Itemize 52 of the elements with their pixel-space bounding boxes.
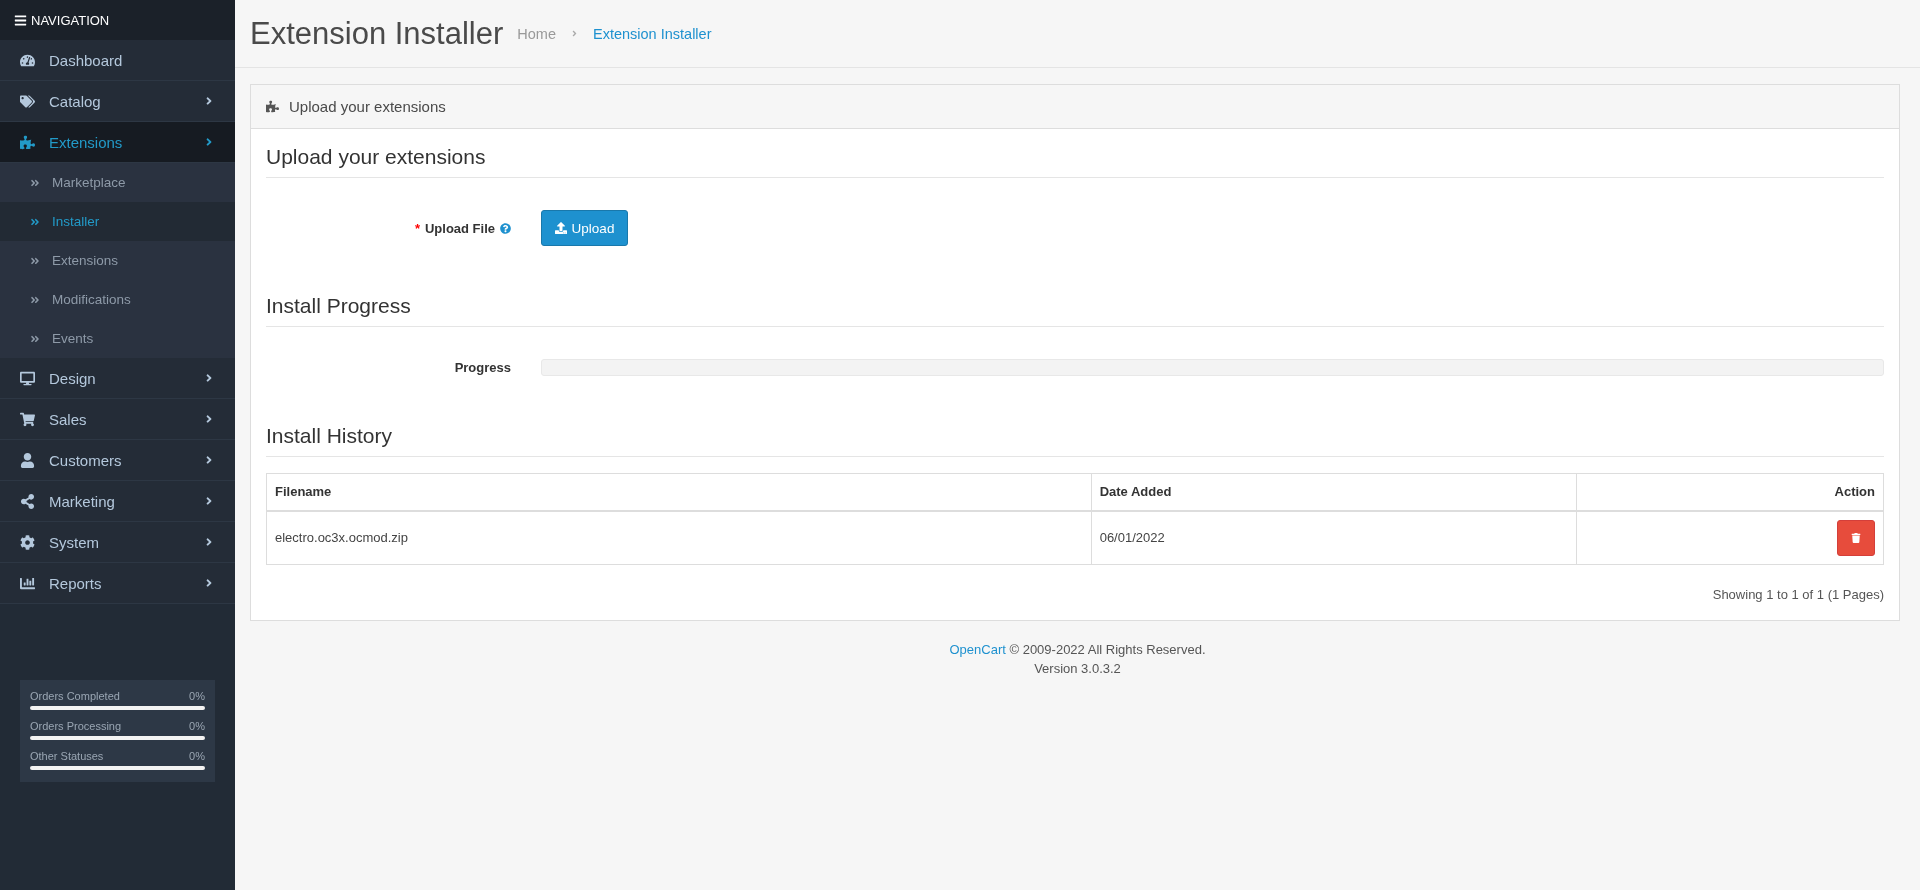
stat-label: Other Statuses — [30, 750, 104, 762]
section-title: Install History — [266, 408, 1884, 457]
section-title: Install Progress — [266, 278, 1884, 327]
column-header: Filename — [266, 473, 1092, 511]
stat-value: 0% — [189, 690, 205, 702]
pagination-text: Showing 1 to 1 of 1 (1 Pages) — [1711, 586, 1884, 604]
field-label: Progress — [454, 360, 511, 375]
field-label: Upload File — [424, 220, 495, 236]
opencart-link[interactable]: OpenCart — [949, 642, 1006, 657]
menu-icon[interactable] — [14, 13, 27, 27]
double-chevron-icon — [30, 177, 40, 188]
stat-value: 0% — [189, 750, 205, 762]
monitor-icon — [20, 370, 35, 386]
gear-icon — [20, 534, 35, 550]
table-cell: electro.oc3x.ocmod.zip — [266, 510, 1092, 565]
section-title: Upload your extensions — [266, 129, 1884, 178]
upload-icon — [554, 222, 567, 234]
submenu-item[interactable]: Extensions — [0, 241, 235, 280]
navigation-title: NAVIGATION — [31, 12, 110, 28]
delete-button[interactable] — [1837, 519, 1875, 556]
double-chevron-icon — [30, 216, 40, 227]
submenu-item[interactable]: Modifications — [0, 280, 235, 319]
required-asterisk: * — [414, 220, 420, 236]
breadcrumb-link[interactable]: Extension Installer — [593, 25, 712, 42]
puzzle-icon — [20, 134, 35, 150]
panel-heading: Upload your extensions — [289, 98, 446, 115]
upload-button[interactable]: Upload — [541, 210, 628, 246]
trash-icon — [1851, 532, 1861, 543]
stat-value: 0% — [189, 720, 205, 732]
double-chevron-icon — [30, 333, 40, 344]
breadcrumb-separator-icon — [570, 29, 579, 38]
column-header: Action — [1576, 473, 1884, 511]
version-text: Version 3.0.3.2 — [1033, 660, 1122, 678]
help-icon[interactable] — [500, 222, 511, 234]
double-chevron-icon — [30, 255, 40, 266]
double-chevron-icon — [30, 294, 40, 305]
share-icon — [20, 493, 35, 509]
cart-icon — [20, 411, 35, 427]
dashboard-icon — [20, 52, 35, 68]
stat-label: Orders Completed — [30, 690, 120, 702]
column-header: Date Added — [1091, 473, 1577, 511]
table-cell: 06/01/2022 — [1091, 510, 1577, 565]
submenu-item[interactable]: Marketplace — [0, 163, 235, 202]
puzzle-icon — [266, 100, 279, 113]
submenu-item[interactable]: Events — [0, 319, 235, 358]
tags-icon — [20, 93, 35, 109]
page-title: Extension Installer — [250, 15, 504, 52]
bar-chart-icon — [20, 575, 35, 591]
user-icon — [20, 452, 35, 468]
copyright-text: OpenCart © 2009-2022 All Rights Reserved. — [948, 641, 1207, 659]
sidebar-item[interactable]: Extensions — [0, 122, 235, 163]
stat-label: Orders Processing — [30, 720, 122, 732]
